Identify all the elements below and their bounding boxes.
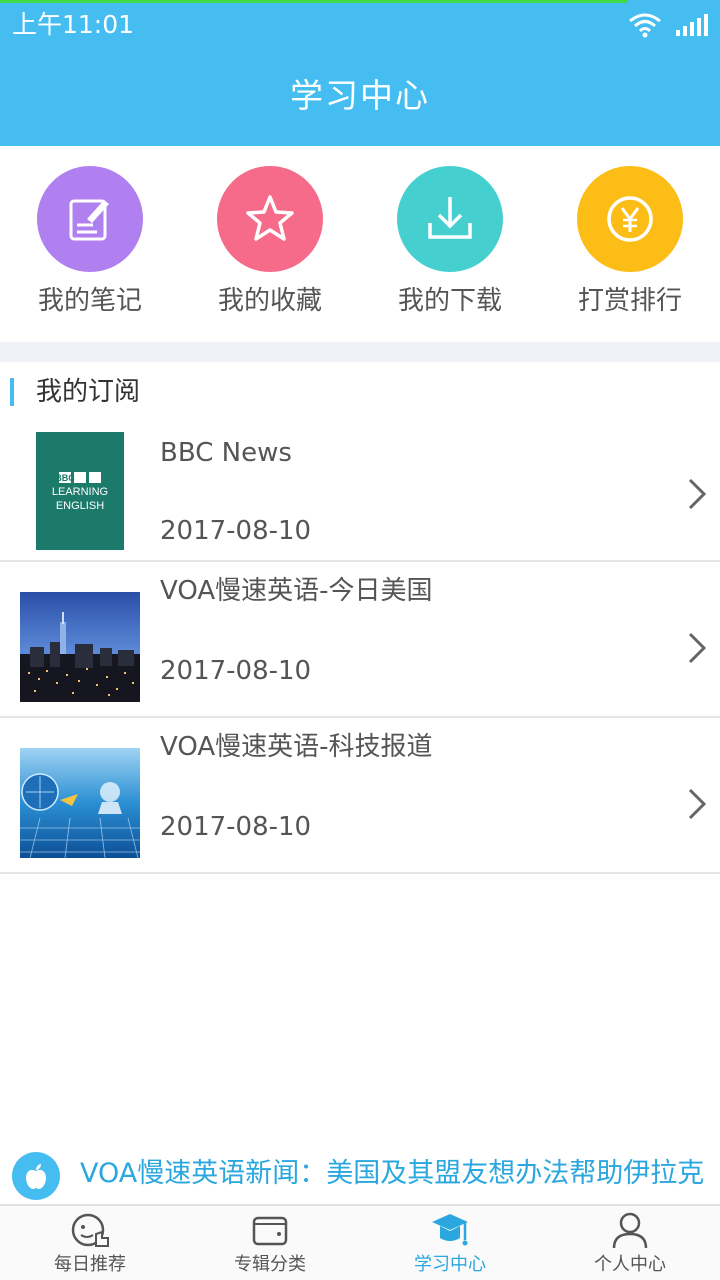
chevron-right-icon [688, 632, 707, 664]
status-time: 上午11:01 [12, 10, 135, 39]
subscriptions-header: 我的订阅 [0, 362, 720, 424]
svg-text:ENGLISH: ENGLISH [56, 500, 104, 512]
news-ticker[interactable]: VOA慢速英语新闻：美国及其盟友想办法帮助伊拉克 [0, 1146, 720, 1204]
signal-icon [676, 14, 708, 36]
subscription-item-voa-tech[interactable]: VOA慢速英语-科技报道 2017-08-10 [0, 718, 720, 874]
tab-label: 专辑分类 [234, 1254, 306, 1275]
tab-personal-center[interactable]: 个人中心 [540, 1206, 720, 1280]
page-title: 学习中心 [290, 76, 430, 115]
note-edit-icon [69, 199, 109, 241]
reward-ranking-button[interactable]: 打赏排行 [540, 166, 720, 336]
screen: 上午11:01 学习中心 我的笔记 我的收藏 我的下载 打赏排行 我的订阅 BB… [0, 0, 720, 1280]
load-progress-line [0, 0, 627, 3]
reward-ranking-label: 打赏排行 [577, 286, 682, 316]
daily-recommend-icon [71, 1213, 109, 1247]
apple-logo-icon [26, 1164, 46, 1189]
graduation-cap-icon [432, 1214, 468, 1246]
my-downloads-button[interactable]: 我的下载 [360, 166, 540, 336]
svg-text:BBC: BBC [55, 473, 75, 483]
wallet-icon [252, 1216, 288, 1246]
notes-circle [37, 166, 143, 272]
svg-text:LEARNING: LEARNING [52, 486, 108, 498]
favorites-circle [217, 166, 323, 272]
my-favorites-label: 我的收藏 [217, 286, 322, 316]
tech-thumbnail [20, 748, 140, 858]
tab-label: 每日推荐 [54, 1254, 126, 1275]
star-icon [246, 195, 294, 241]
tab-label: 学习中心 [414, 1254, 486, 1275]
section-accent-bar [10, 378, 14, 406]
user-icon [612, 1212, 648, 1249]
ranking-circle [577, 166, 683, 272]
my-favorites-button[interactable]: 我的收藏 [180, 166, 360, 336]
item-date: 2017-08-10 [160, 516, 312, 546]
wifi-icon [629, 13, 661, 38]
bottom-nav: 每日推荐 专辑分类 学习中心 个人中心 [0, 1204, 720, 1280]
ticker-text: VOA慢速英语新闻：美国及其盟友想办法帮助伊拉克 [80, 1158, 705, 1189]
tab-label: 个人中心 [594, 1254, 666, 1275]
item-title: VOA慢速英语-科技报道 [160, 732, 433, 762]
ticker-badge [12, 1152, 60, 1200]
app-header: 学习中心 [0, 48, 720, 146]
subscription-item-voa-today[interactable]: VOA慢速英语-今日美国 2017-08-10 [0, 562, 720, 718]
chevron-right-icon [688, 478, 707, 510]
my-downloads-label: 我的下载 [397, 286, 502, 316]
tab-learning-center[interactable]: 学习中心 [360, 1206, 540, 1280]
item-date: 2017-08-10 [160, 812, 312, 842]
status-bar: 上午11:01 [0, 0, 720, 48]
tab-daily-recommend[interactable]: 每日推荐 [0, 1206, 180, 1280]
city-thumbnail [20, 592, 140, 702]
subscription-item-bbc[interactable]: BBC LEARNING ENGLISH BBC News 2017-08-10 [0, 424, 720, 562]
section-divider [0, 342, 720, 362]
bbc-logo: BBC LEARNING ENGLISH [52, 472, 108, 512]
download-icon [428, 197, 472, 239]
item-date: 2017-08-10 [160, 656, 312, 686]
tab-album-categories[interactable]: 专辑分类 [180, 1206, 360, 1280]
chevron-right-icon [688, 788, 707, 820]
downloads-circle [397, 166, 503, 272]
item-title: VOA慢速英语-今日美国 [160, 576, 433, 606]
bbc-thumbnail: BBC LEARNING ENGLISH [36, 432, 124, 550]
quick-actions: 我的笔记 我的收藏 我的下载 打赏排行 [0, 146, 720, 342]
yen-coin-icon [607, 196, 653, 242]
item-title: BBC News [160, 438, 292, 468]
my-notes-button[interactable]: 我的笔记 [0, 166, 180, 336]
section-title: 我的订阅 [36, 377, 141, 407]
my-notes-label: 我的笔记 [37, 286, 142, 316]
